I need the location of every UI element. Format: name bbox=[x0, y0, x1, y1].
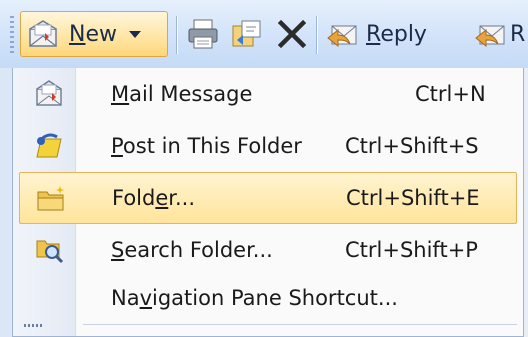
reply-button-label: Reply bbox=[366, 21, 427, 47]
menu-item-label: Mail Message bbox=[111, 82, 253, 106]
print-icon bbox=[188, 19, 218, 49]
reply-all-icon bbox=[475, 25, 505, 48]
chevron-down-icon[interactable] bbox=[129, 30, 141, 38]
toolbar-grip[interactable] bbox=[10, 16, 14, 54]
print-button[interactable] bbox=[186, 18, 220, 50]
new-dropdown-menu: Mail Message Ctrl+N Post in This Folder … bbox=[12, 68, 524, 337]
menu-item-shortcut: Ctrl+Shift+S bbox=[345, 134, 479, 158]
menu-separator bbox=[83, 324, 517, 325]
post-icon bbox=[36, 133, 62, 158]
menu-more-indicator[interactable] bbox=[24, 324, 44, 327]
toolbar: New Reply R bbox=[0, 0, 528, 69]
reply-button[interactable]: Reply bbox=[326, 18, 427, 50]
delete-button[interactable] bbox=[276, 18, 308, 50]
menu-item-shortcut: Ctrl+Shift+E bbox=[346, 186, 480, 210]
delete-icon bbox=[277, 19, 307, 49]
menu-item-mail-message[interactable]: Mail Message Ctrl+N bbox=[19, 68, 517, 120]
reply-all-button-label: R bbox=[510, 21, 526, 47]
new-button-label: New bbox=[69, 21, 117, 47]
menu-item-label: Post in This Folder bbox=[111, 134, 302, 158]
new-mail-icon bbox=[29, 20, 57, 47]
toolbar-separator bbox=[316, 16, 317, 54]
menu-item-label: Search Folder... bbox=[111, 238, 273, 262]
move-to-folder-icon bbox=[232, 20, 261, 47]
menu-item-search-folder[interactable]: Search Folder... Ctrl+Shift+P bbox=[19, 224, 517, 276]
menu-item-shortcut: Ctrl+N bbox=[415, 82, 486, 106]
menu-item-navigation-pane-shortcut[interactable]: Navigation Pane Shortcut... bbox=[19, 272, 517, 324]
menu-item-folder[interactable]: Folder... Ctrl+Shift+E bbox=[19, 172, 517, 224]
folder-icon bbox=[37, 186, 64, 211]
menu-item-label: Navigation Pane Shortcut... bbox=[111, 286, 398, 310]
menu-item-post-in-folder[interactable]: Post in This Folder Ctrl+Shift+S bbox=[19, 120, 517, 172]
move-to-folder-button[interactable] bbox=[230, 18, 264, 50]
toolbar-separator bbox=[176, 16, 177, 54]
reply-icon bbox=[327, 25, 357, 48]
search-folder-icon bbox=[36, 240, 64, 264]
mail-message-icon bbox=[36, 80, 62, 106]
reply-all-button[interactable]: R bbox=[474, 18, 525, 50]
menu-item-shortcut: Ctrl+Shift+P bbox=[345, 238, 478, 262]
menu-item-label: Folder... bbox=[112, 186, 195, 210]
new-button[interactable]: New bbox=[20, 11, 168, 57]
left-pane-edge bbox=[0, 68, 12, 337]
